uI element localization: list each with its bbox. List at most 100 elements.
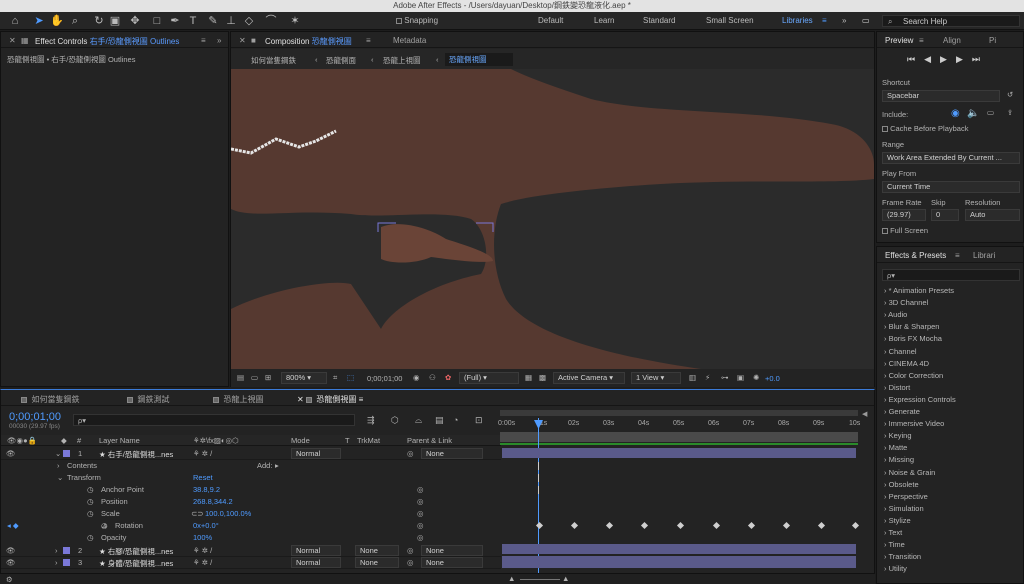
paragraph-tab[interactable]: Pi xyxy=(989,36,996,45)
timeline-zoom-slider[interactable] xyxy=(520,579,560,580)
effects-list-item[interactable]: › Text xyxy=(884,528,902,537)
breadcrumb-item[interactable]: 恐龍上視圖 xyxy=(383,55,421,66)
layer-switches-icon[interactable]: ⚘ ✲ / xyxy=(193,546,212,555)
shortcut-dropdown[interactable]: Spacebar xyxy=(882,90,1000,102)
shy-layers-icon[interactable]: ⌓ xyxy=(415,415,422,426)
roto-brush-tool-icon[interactable]: ⌒ xyxy=(264,14,278,28)
close-icon[interactable]: ✕ xyxy=(9,36,16,45)
effects-list-item[interactable]: › 3D Channel xyxy=(884,298,928,307)
include-overlays-icon[interactable]: ▭ xyxy=(987,108,994,117)
timeline-search-input[interactable]: ρ▾ xyxy=(73,414,355,426)
effects-list-item[interactable]: › Utility xyxy=(884,564,907,573)
effects-list-item[interactable]: › Transition xyxy=(884,552,921,561)
effects-list-item[interactable]: › Missing xyxy=(884,455,914,464)
align-tab[interactable]: Align xyxy=(943,36,961,45)
layer-color-label[interactable] xyxy=(63,547,70,554)
sync-settings-icon[interactable]: ▭ xyxy=(862,16,870,25)
effects-list-item[interactable]: › Immersive Video xyxy=(884,419,944,428)
panel-menu-icon[interactable]: ≡ xyxy=(201,36,206,45)
layer-switches-icon[interactable]: ⚘ ✲ / xyxy=(193,558,212,567)
current-time-indicator[interactable] xyxy=(538,418,539,578)
effects-list-item[interactable]: › Time xyxy=(884,540,905,549)
effects-list-item[interactable]: › Blur & Sharpen xyxy=(884,322,939,331)
effects-list-item[interactable]: › Noise & Grain xyxy=(884,468,935,477)
property-row-contents[interactable]: › Contents Add: ▸ xyxy=(1,460,501,472)
breadcrumb-item[interactable]: 如何當隻鋼鉄 xyxy=(251,55,296,66)
layer-switches-icon[interactable]: ⚘ ✲ / xyxy=(193,449,212,458)
comp-tab-2[interactable]: 恐龍上視圖 xyxy=(213,394,263,405)
parent-dropdown[interactable]: None xyxy=(421,545,483,556)
search-help-box[interactable]: ⌕ Search Help xyxy=(882,15,1020,27)
play-icon[interactable]: ▶ xyxy=(940,54,956,64)
preview-tab[interactable]: Preview xyxy=(885,36,913,45)
expand-chevron-icon[interactable]: ⌄ xyxy=(55,449,61,458)
zoom-in-icon[interactable]: ▲ xyxy=(562,574,569,583)
comp-tab-3[interactable]: ✕ 恐龍側視圖 ≡ xyxy=(297,394,363,405)
property-value[interactable]: 268.8,344.2 xyxy=(193,497,233,506)
blend-mode-dropdown[interactable]: Normal xyxy=(291,448,341,459)
layer-row[interactable]: 👁 ⌄ 1 ★ 右手/恐龍側視...nes ⚘ ✲ / Normal ◎ None xyxy=(1,448,501,460)
effects-list-item[interactable]: › CINEMA 4D xyxy=(884,359,929,368)
layer-name[interactable]: ★ 右手/恐龍側視...nes xyxy=(99,449,173,460)
expand-chevron-icon[interactable]: › xyxy=(55,546,58,555)
more-panels-icon[interactable]: » xyxy=(217,36,221,45)
effects-list-item[interactable]: › Channel xyxy=(884,347,917,356)
effects-list-item[interactable]: › * Animation Presets xyxy=(884,286,954,295)
expand-chevron-icon[interactable]: › xyxy=(55,558,58,567)
panel-menu-icon[interactable]: ≡ xyxy=(919,36,924,45)
work-area-range[interactable] xyxy=(500,432,858,442)
workspace-menu-icon[interactable]: ≡ xyxy=(822,16,827,25)
property-row-scale[interactable]: ◷ Scale ⊂⊃ 100.0,100.0% ◎ xyxy=(1,508,501,520)
parent-dropdown[interactable]: None xyxy=(421,448,483,459)
puppet-pin-tool-icon[interactable]: ✶ xyxy=(288,14,302,28)
pen-tool-icon[interactable]: ✒ xyxy=(168,14,182,28)
breadcrumb-item[interactable]: 恐龍側面 xyxy=(326,55,356,66)
layer-name[interactable]: ★ 身體/恐龍側視...nes xyxy=(99,558,173,569)
property-value[interactable]: 0x+0.0° xyxy=(193,521,219,530)
workspace-default[interactable]: Default xyxy=(538,16,563,25)
constrain-proportions-icon[interactable]: ⊂⊃ xyxy=(191,509,204,518)
exposure-icon[interactable]: ✺ xyxy=(753,373,759,382)
effects-list-item[interactable]: › Stylize xyxy=(884,516,911,525)
expression-pick-whip-icon[interactable]: ◎ xyxy=(417,509,424,518)
workspace-small-screen[interactable]: Small Screen xyxy=(706,16,754,25)
hand-tool-icon[interactable]: ✋ xyxy=(50,14,64,28)
zoom-tool-icon[interactable]: ⌕ xyxy=(68,14,82,28)
effect-controls-tab[interactable]: Effect Controls 右手/恐龍側視圖 Outlines xyxy=(35,36,179,47)
grid-icon[interactable]: ⊞ xyxy=(265,373,271,382)
skip-dropdown[interactable]: 0 xyxy=(931,209,959,221)
export-icon[interactable]: ⇪ xyxy=(1007,108,1013,117)
always-preview-icon[interactable]: ▤ xyxy=(237,373,244,382)
rectangle-tool-icon[interactable]: □ xyxy=(150,14,164,28)
pan-behind-tool-icon[interactable]: ✥ xyxy=(128,14,142,28)
expression-pick-whip-icon[interactable]: ◎ xyxy=(417,521,424,530)
camera-tool-icon[interactable]: ▣ xyxy=(108,14,122,28)
effects-list-item[interactable]: › Simulation xyxy=(884,504,924,513)
play-from-dropdown[interactable]: Current Time xyxy=(882,181,1020,193)
property-value[interactable]: Reset xyxy=(193,473,213,482)
composition-mini-flowchart-icon[interactable]: ⇶ xyxy=(367,415,375,426)
show-snapshot-icon[interactable]: ⚇ xyxy=(429,373,436,382)
effects-list-item[interactable]: › Boris FX Mocha xyxy=(884,334,942,343)
libraries-tab[interactable]: Librari xyxy=(973,251,995,260)
close-icon[interactable]: ✕ xyxy=(239,36,246,45)
selection-tool-icon[interactable]: ➤ xyxy=(32,14,46,28)
track-matte-dropdown[interactable]: None xyxy=(355,545,399,556)
toggle-pixel-icon[interactable]: ▥ xyxy=(689,373,696,382)
close-icon[interactable]: ✕ xyxy=(297,395,304,404)
expression-pick-whip-icon[interactable]: ◎ xyxy=(417,497,424,506)
property-value[interactable]: 100.0,100.0% xyxy=(205,509,251,518)
timeline-timecode[interactable]: 0;00;01;00 xyxy=(9,411,61,423)
work-area-bar[interactable] xyxy=(500,410,858,416)
eraser-tool-icon[interactable]: ◇ xyxy=(242,14,256,28)
effects-list-item[interactable]: › Obsolete xyxy=(884,480,919,489)
effects-list-item[interactable]: › Matte xyxy=(884,443,907,452)
breadcrumb-item-active[interactable]: 恐龍側視圖 xyxy=(445,53,513,66)
flowchart-icon[interactable]: ⊶ xyxy=(721,373,729,382)
property-row-opacity[interactable]: ◷ Opacity 100% ◎ xyxy=(1,532,501,544)
stopwatch-icon[interactable]: ◷ xyxy=(87,497,94,506)
blend-mode-dropdown[interactable]: Normal xyxy=(291,545,341,556)
timeline-icon[interactable]: ▣ xyxy=(737,373,744,382)
property-row-transform[interactable]: ⌄ Transform Reset xyxy=(1,472,501,484)
view-layout-dropdown[interactable]: 1 View ▾ xyxy=(631,372,681,384)
